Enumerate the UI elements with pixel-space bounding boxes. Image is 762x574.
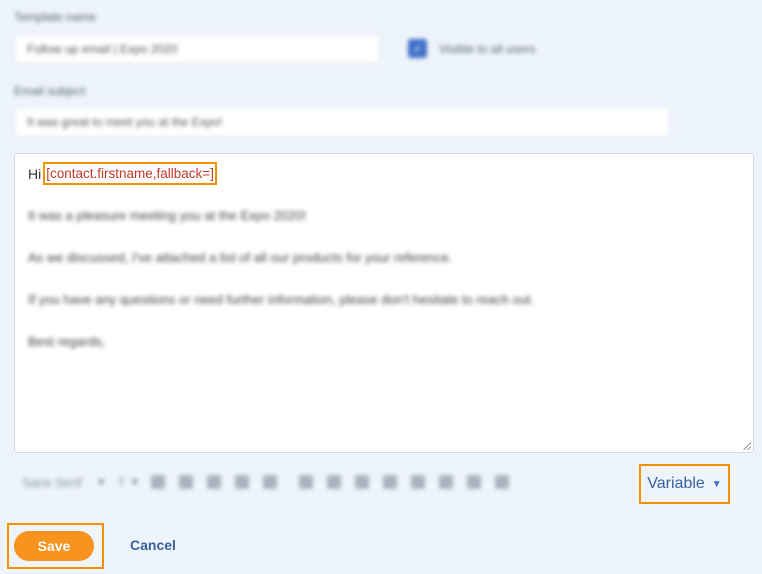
variable-dropdown-button[interactable]: Variable ▼	[639, 464, 730, 504]
formatting-toolbar: Sans Serif ▾ T ▾	[22, 468, 523, 496]
body-line: It was a pleasure meeting you at the Exp…	[28, 208, 307, 223]
variable-button-label: Variable	[647, 475, 705, 492]
greeting-text: Hi	[28, 165, 42, 182]
strikethrough-icon[interactable]	[235, 475, 249, 489]
greeting-line: Hi [contact.firstname,fallback=]	[28, 162, 217, 185]
underline-icon[interactable]	[207, 475, 221, 489]
attachment-icon[interactable]	[439, 475, 453, 489]
clean-icon[interactable]	[467, 475, 481, 489]
template-name-value: Follow up email | Expo 2020	[27, 42, 178, 56]
template-name-label: Template name	[14, 10, 97, 24]
font-size-select[interactable]: T ▾	[118, 474, 138, 490]
email-subject-input[interactable]: It was great to meet you at the Expo!	[14, 107, 670, 137]
body-line: If you have any questions or need furthe…	[28, 292, 535, 307]
italic-icon[interactable]	[179, 475, 193, 489]
visible-to-all-label: Visible to all users	[439, 41, 536, 56]
checkbox-check-icon[interactable]: ✓	[408, 39, 427, 58]
save-button[interactable]: Save	[14, 531, 94, 561]
code-icon[interactable]	[495, 475, 509, 489]
bold-icon[interactable]	[151, 475, 165, 489]
link-icon[interactable]	[355, 475, 369, 489]
email-body-editor[interactable]: Hi [contact.firstname,fallback=] It was …	[14, 153, 754, 453]
chevron-down-icon: ▼	[711, 478, 722, 490]
bullet-list-icon[interactable]	[327, 475, 341, 489]
video-icon[interactable]	[411, 475, 425, 489]
email-subject-value: It was great to meet you at the Expo!	[27, 115, 223, 129]
resize-handle-icon[interactable]	[743, 442, 751, 450]
image-icon[interactable]	[383, 475, 397, 489]
visible-to-all-checkbox[interactable]: ✓ Visible to all users	[408, 39, 536, 58]
body-line: As we discussed, I've attached a list of…	[28, 250, 453, 265]
chevron-down-icon: ▾	[131, 474, 138, 489]
ordered-list-icon[interactable]	[299, 475, 313, 489]
contact-firstname-variable[interactable]: [contact.firstname,fallback=]	[43, 162, 217, 185]
template-name-input[interactable]: Follow up email | Expo 2020	[14, 34, 380, 64]
font-family-select[interactable]: Sans Serif ▾	[22, 474, 105, 490]
body-line: Best regards,	[28, 334, 106, 349]
chevron-down-icon: ▾	[97, 474, 105, 489]
email-subject-label: Email subject	[14, 84, 86, 98]
font-size-value: T	[117, 474, 126, 490]
text-color-icon[interactable]	[263, 475, 277, 489]
cancel-button[interactable]: Cancel	[130, 537, 176, 553]
font-family-value: Sans Serif	[22, 474, 82, 490]
